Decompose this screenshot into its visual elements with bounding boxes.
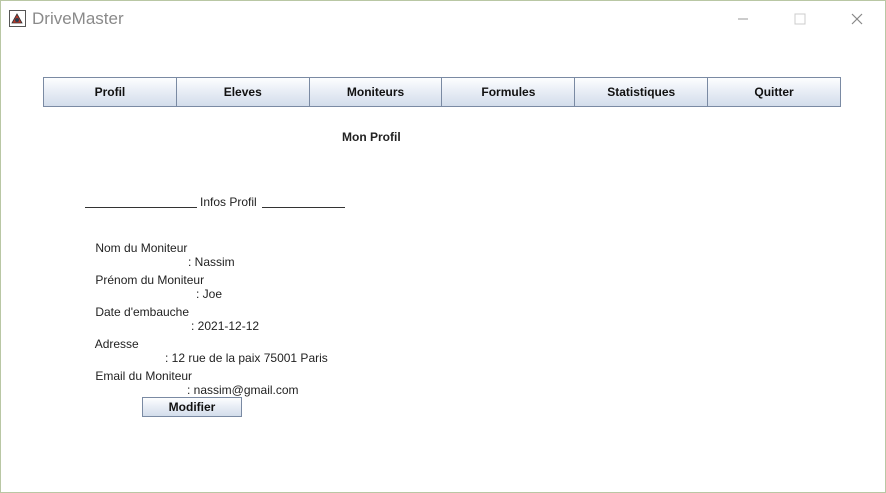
name-label: Nom du Moniteur: [95, 241, 188, 255]
nav-quitter-button[interactable]: Quitter: [707, 77, 841, 107]
hire-date-value: : 2021-12-12: [191, 319, 260, 333]
nav-formules-button[interactable]: Formules: [441, 77, 576, 107]
hire-date-label: Date d'embauche: [95, 305, 190, 319]
window-title: DriveMaster: [32, 9, 124, 28]
main-nav: Profil Eleves Moniteurs Formules Statist…: [43, 77, 841, 107]
maximize-icon[interactable]: [786, 9, 814, 29]
nav-profil-button[interactable]: Profil: [43, 77, 177, 107]
page-title: Mon Profil: [342, 130, 401, 144]
java-app-icon: [9, 10, 26, 27]
section-rule-left: [85, 207, 197, 208]
firstname-label: Prénom du Moniteur: [95, 273, 205, 287]
close-icon[interactable]: [843, 9, 871, 29]
email-value: : nassim@gmail.com: [187, 383, 299, 397]
nav-moniteurs-button[interactable]: Moniteurs: [308, 77, 443, 107]
email-label: Email du Moniteur: [95, 369, 193, 383]
modify-button[interactable]: Modifier: [142, 397, 242, 417]
section-rule-right: [262, 207, 345, 208]
title-bar: DriveMaster: [1, 1, 885, 37]
address-label: Adresse: [94, 337, 139, 351]
firstname-value: : Joe: [196, 287, 223, 301]
section-header: Infos Profil: [200, 195, 257, 209]
nav-statistiques-button[interactable]: Statistiques: [574, 77, 709, 107]
app-window: DriveMaster Profil Eleves Moniteurs Form…: [0, 0, 886, 493]
nav-eleves-button[interactable]: Eleves: [175, 77, 310, 107]
minimize-icon[interactable]: [729, 9, 757, 29]
